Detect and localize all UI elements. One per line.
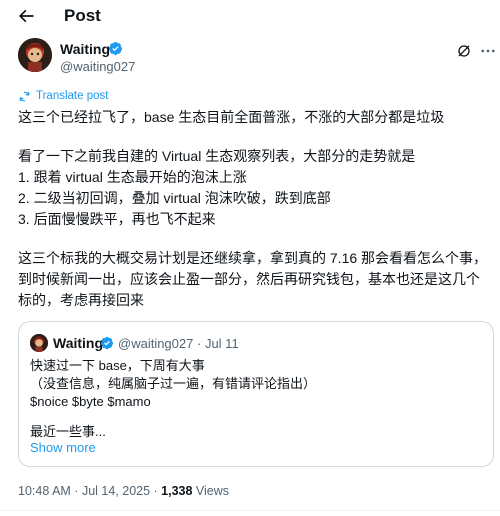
meta-separator: · xyxy=(150,484,162,498)
post-time[interactable]: 10:48 AM xyxy=(18,484,71,498)
quoted-text: 快速过一下 base，下周有大事 （没查信息，纯属脑子过一遍，有错请评论指出） … xyxy=(30,357,490,441)
tweet-line: 1. 跟着 virtual 生态最开始的泡沫上涨 xyxy=(18,169,247,185)
translate-post-link[interactable]: Translate post xyxy=(18,88,108,104)
author-handle[interactable]: @waiting027 xyxy=(60,59,135,74)
verified-badge-icon xyxy=(108,41,123,56)
author-name[interactable]: Waiting xyxy=(60,41,110,57)
post-meta: 10:48 AM · Jul 14, 2025 · 1,338 Views xyxy=(18,482,229,500)
divider xyxy=(0,510,500,511)
quoted-line: 快速过一下 base，下周有大事 xyxy=(30,358,205,373)
show-more-link[interactable]: Show more xyxy=(30,439,96,457)
arrow-left-icon xyxy=(18,9,34,23)
views-label: Views xyxy=(192,484,230,498)
quoted-date: Jul 11 xyxy=(204,336,239,351)
more-options-icon[interactable] xyxy=(479,42,497,60)
tweet-line: 3. 后面慢慢跌平，再也飞不起来 xyxy=(18,211,216,227)
quoted-line: 最近一些事... xyxy=(30,424,106,439)
avatar[interactable] xyxy=(18,38,52,72)
top-bar: Post xyxy=(0,0,500,32)
tweet-line: 看了一下之前我自建的 Virtual 生态观察列表，大部分的走势就是 xyxy=(18,148,416,164)
quoted-paragraph-gap xyxy=(30,411,490,423)
grok-icon[interactable] xyxy=(456,43,472,59)
verified-badge-icon xyxy=(100,336,114,350)
tweet-text: 这三个已经拉飞了，base 生态目前全面普涨，不涨的大部分都是垃圾 看了一下之前… xyxy=(18,107,494,311)
quoted-line: $noice $byte $mamo xyxy=(30,394,151,409)
translate-icon xyxy=(19,91,30,101)
tweet-line: 到时候新闻一出，应该会止盈一部分，然后再研究钱包，基本也还是这几个 xyxy=(18,271,480,287)
quoted-avatar xyxy=(30,334,48,352)
tweet-paragraph-gap xyxy=(18,230,494,248)
views-count: 1,338 xyxy=(161,484,193,498)
quoted-meta: @waiting027 · Jul 11 xyxy=(118,335,239,353)
quoted-author-handle: @waiting027 xyxy=(118,336,194,351)
quoted-line: （没查信息，纯属脑子过一遍，有错请评论指出） xyxy=(30,376,317,391)
tweet-line: 这三个标我的大概交易计划是还继续拿，拿到真的 7.16 那会看看怎么个事， xyxy=(18,250,488,266)
meta-separator: · xyxy=(70,484,82,498)
tweet-line: 2. 二级当初回调，叠加 virtual 泡沫吹破，跌到底部 xyxy=(18,190,331,206)
tweet-line: 标的，考虑再接回来 xyxy=(18,292,144,308)
tweet-paragraph-gap xyxy=(18,128,494,146)
quoted-post[interactable]: Waiting @waiting027 · Jul 11 快速过一下 base，… xyxy=(18,321,494,467)
page-title: Post xyxy=(64,6,101,25)
meta-separator: · xyxy=(196,336,202,351)
author-row: Waiting @waiting027 xyxy=(0,36,500,80)
back-button[interactable] xyxy=(12,4,40,28)
post-date[interactable]: Jul 14, 2025 xyxy=(82,484,150,498)
translate-label: Translate post xyxy=(36,90,109,102)
quoted-author-name: Waiting xyxy=(53,335,104,351)
tweet-line: 这三个已经拉飞了，base 生态目前全面普涨，不涨的大部分都是垃圾 xyxy=(18,109,445,125)
avatar-image xyxy=(18,38,52,72)
quoted-avatar-image xyxy=(30,334,48,352)
